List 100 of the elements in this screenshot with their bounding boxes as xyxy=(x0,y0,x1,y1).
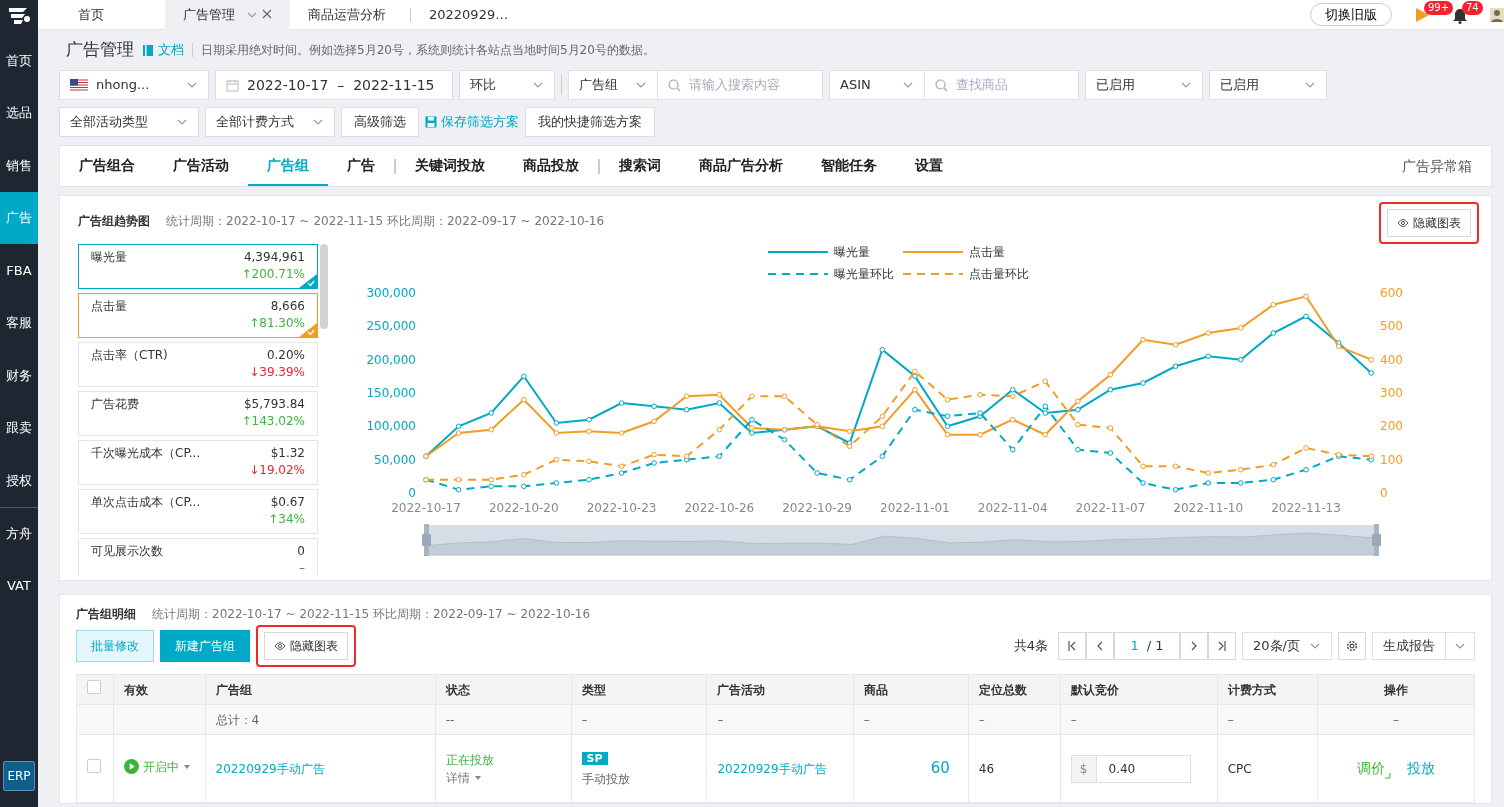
report-button[interactable]: 生成报告 xyxy=(1372,632,1446,660)
metric-name: 点击量 xyxy=(91,298,127,315)
metric-change: ↑143.02% xyxy=(241,414,305,428)
legend-item[interactable]: 曝光量环比 xyxy=(767,267,894,281)
date-range-field[interactable]: 2022-10-17 – 2022-11-15 xyxy=(215,70,453,100)
metric-change: ↓39.39% xyxy=(249,365,305,379)
store-select[interactable]: nhong... xyxy=(59,70,209,100)
legend-item[interactable]: 点击量 xyxy=(902,245,1005,259)
sidebar-item[interactable]: 首页 xyxy=(0,34,38,87)
page-size-select[interactable]: 20条/页 xyxy=(1242,632,1332,660)
filter-button[interactable]: 高级筛选 xyxy=(341,107,419,137)
axis-label: 150,000 xyxy=(366,386,416,400)
select-field[interactable]: 全部计费方式 xyxy=(205,107,335,137)
flag-icon[interactable] xyxy=(1414,7,1430,24)
tab[interactable]: 设置 xyxy=(896,146,962,186)
sidebar-item[interactable]: 财务 xyxy=(0,349,38,402)
sidebar-item[interactable]: 授权 xyxy=(0,454,38,507)
axis-label: 2022-11-01 xyxy=(880,501,950,515)
slider-handle[interactable] xyxy=(422,524,431,556)
column-header: 类型 xyxy=(571,674,707,705)
tab[interactable]: 20220929… xyxy=(411,0,531,30)
select-field[interactable]: 已启用 xyxy=(1209,70,1327,100)
column-header: 广告组 xyxy=(205,674,436,705)
scrollbar[interactable] xyxy=(320,244,328,329)
book-icon xyxy=(142,43,154,57)
table-cell: – xyxy=(1217,704,1318,735)
select-field[interactable]: 全部活动类型 xyxy=(59,107,199,137)
tab[interactable]: 关键词投放 xyxy=(396,146,504,186)
axis-label: 500 xyxy=(1380,319,1403,334)
type-text: 手动投放 xyxy=(581,771,631,789)
close-icon[interactable] xyxy=(262,8,272,19)
next-page-button[interactable] xyxy=(1180,632,1208,660)
metric-card[interactable]: 点击量 8,666 ↑81.30% xyxy=(78,293,318,338)
sidebar-item[interactable]: 客服 xyxy=(0,296,38,349)
sidebar-item[interactable]: 选品 xyxy=(0,86,38,139)
legend-item[interactable]: 点击量环比 xyxy=(902,267,1029,281)
axis-label: 2022-10-29 xyxy=(782,501,852,515)
metric-card[interactable]: 广告花费 $5,793.84 ↑143.02% xyxy=(78,391,318,436)
select-field[interactable]: 环比 xyxy=(459,70,555,100)
tab[interactable]: 商品广告分析 xyxy=(680,146,802,186)
status-text: 正在投放 xyxy=(445,751,495,769)
metric-card[interactable]: 单次点击成本（CP... $0.67 ↑34% xyxy=(78,489,318,534)
sidebar-item[interactable]: FBA xyxy=(0,244,38,297)
checkbox[interactable] xyxy=(87,759,101,773)
axis-label: 200 xyxy=(1380,419,1403,434)
report-dropdown-button[interactable] xyxy=(1446,632,1475,660)
sidebar-item[interactable]: 跟卖 xyxy=(0,401,38,454)
bid-field[interactable]: $ 0.40 xyxy=(1070,754,1191,783)
avatar[interactable] xyxy=(1490,7,1504,22)
select-field[interactable]: 已启用 xyxy=(1085,70,1203,100)
metric-card[interactable]: 可见展示次数 0 – xyxy=(78,538,318,576)
tab[interactable]: 首页 xyxy=(60,0,165,30)
prev-page-button[interactable] xyxy=(1086,632,1114,660)
erp-button[interactable]: ERP xyxy=(3,761,35,791)
bell-icon[interactable] xyxy=(1452,6,1468,24)
table-cell: CPC xyxy=(1217,734,1318,803)
select-field[interactable]: 广告组 xyxy=(568,70,658,100)
axis-label: 2022-10-23 xyxy=(586,501,657,515)
select-field[interactable]: ASIN xyxy=(829,70,925,100)
table-cell: 总计：4 xyxy=(205,704,436,735)
sidebar-item[interactable]: 方舟 xyxy=(0,506,38,559)
axis-label: 0 xyxy=(1380,486,1388,500)
details-dropdown[interactable]: 详情 xyxy=(445,768,482,787)
hide-chart-button[interactable]: 隐藏图表 xyxy=(264,632,348,660)
metric-card[interactable]: 曝光量 4,394,961 ↑200.71% xyxy=(78,244,318,289)
last-page-button[interactable] xyxy=(1208,632,1236,660)
tab[interactable]: 广告活动 xyxy=(154,146,248,186)
column-header: 定位总数 xyxy=(968,674,1061,705)
tab[interactable]: 广告管理 xyxy=(165,0,290,30)
axis-label: 50,000 xyxy=(374,452,416,467)
metric-value: 4,394,961 xyxy=(243,249,305,266)
metric-card[interactable]: 千次曝光成本（CP... $1.32 ↓19.02% xyxy=(78,440,318,485)
anomaly-box-link[interactable]: 广告异常箱 xyxy=(1402,155,1472,177)
switch-version-button[interactable]: 切换旧版 xyxy=(1310,2,1392,27)
legend-label: 点击量 xyxy=(969,245,1005,259)
axis-label: 2022-11-13 xyxy=(1271,501,1341,515)
tab[interactable]: 广告 xyxy=(328,146,394,186)
metric-name: 可见展示次数 xyxy=(91,543,163,560)
sidebar-item[interactable]: VAT xyxy=(0,559,38,612)
metric-name: 曝光量 xyxy=(91,249,127,266)
table-cell: – xyxy=(1060,704,1218,735)
column-header: 默认竞价 xyxy=(1060,674,1218,705)
tab[interactable]: 广告组合 xyxy=(60,146,154,186)
settings-button[interactable] xyxy=(1338,632,1366,660)
axis-label: 2022-10-26 xyxy=(684,501,755,515)
metric-change: ↑200.71% xyxy=(241,267,305,281)
axis-label: 200,000 xyxy=(366,352,416,367)
tab[interactable]: 商品运营分析 xyxy=(290,0,410,30)
first-page-button[interactable] xyxy=(1058,632,1086,660)
tab[interactable]: 商品投放 xyxy=(504,146,598,186)
tab[interactable]: 智能任务 xyxy=(802,146,896,186)
slider-handle[interactable] xyxy=(1372,524,1381,556)
filter-button[interactable]: 我的快捷筛选方案 xyxy=(525,107,655,137)
legend-item[interactable]: 曝光量 xyxy=(767,245,870,259)
sidebar-item[interactable]: 销售 xyxy=(0,139,38,192)
hide-chart-button[interactable]: 隐藏图表 xyxy=(1387,209,1471,237)
metric-card[interactable]: 点击率（CTR) 0.20% ↓39.39% xyxy=(78,342,318,387)
legend-label: 曝光量环比 xyxy=(834,267,894,281)
tab[interactable]: 搜索词 xyxy=(600,146,680,186)
checkbox[interactable] xyxy=(87,680,101,694)
